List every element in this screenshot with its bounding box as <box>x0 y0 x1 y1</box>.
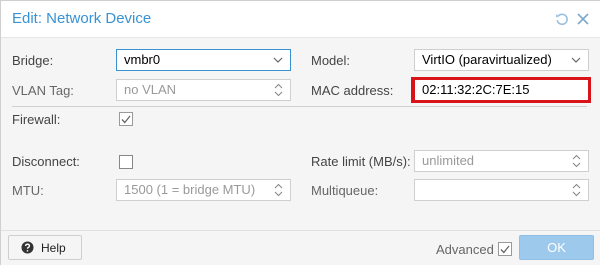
checkmark-icon <box>500 245 510 253</box>
ok-button[interactable]: OK <box>519 235 594 260</box>
chevron-down-icon[interactable] <box>266 50 290 70</box>
mtu-placeholder: 1500 (1 = bridge MTU) <box>124 182 256 197</box>
question-circle-icon <box>21 241 34 254</box>
help-label: Help <box>41 240 66 255</box>
rate-limit-spinner[interactable]: unlimited <box>414 150 589 172</box>
vlan-tag-placeholder: no VLAN <box>124 82 177 97</box>
spinner-icon[interactable] <box>564 180 588 200</box>
multiqueue-label: Multiqueue: <box>311 183 379 198</box>
bridge-select[interactable]: vmbr0 <box>116 49 291 71</box>
firewall-checkbox[interactable] <box>119 112 133 126</box>
section-divider <box>12 106 587 107</box>
spinner-icon[interactable] <box>266 180 290 200</box>
spinner-icon[interactable] <box>266 80 290 100</box>
model-select[interactable]: VirtIO (paravirtualized) <box>414 49 589 71</box>
bridge-value: vmbr0 <box>124 52 161 67</box>
mac-address-label: MAC address: <box>311 83 394 98</box>
rate-limit-label: Rate limit (MB/s): <box>311 154 411 169</box>
vlan-tag-spinner[interactable]: no VLAN <box>116 79 291 101</box>
multiqueue-spinner[interactable] <box>414 179 589 201</box>
advanced-label: Advanced <box>436 242 494 257</box>
bridge-label: Bridge: <box>12 53 54 68</box>
vlan-tag-label: VLAN Tag: <box>12 83 74 98</box>
model-label: Model: <box>311 53 351 68</box>
dialog-footer: Help Advanced OK <box>1 230 600 265</box>
firewall-label: Firewall: <box>12 112 61 127</box>
disconnect-label: Disconnect: <box>12 154 80 169</box>
dialog-titlebar: Edit: Network Device <box>1 1 600 37</box>
help-button[interactable]: Help <box>8 235 82 260</box>
mtu-spinner[interactable]: 1500 (1 = bridge MTU) <box>116 179 291 201</box>
checkmark-icon <box>121 115 131 123</box>
advanced-checkbox[interactable] <box>498 242 512 256</box>
network-device-dialog: Edit: Network Device Bridge: vmbr0 VLAN … <box>0 0 600 265</box>
dialog-title: Edit: Network Device <box>12 10 152 27</box>
disconnect-checkbox[interactable] <box>119 155 133 169</box>
mtu-label: MTU: <box>12 183 44 198</box>
model-value: VirtIO (paravirtualized) <box>422 52 552 67</box>
close-icon[interactable] <box>574 10 592 28</box>
spinner-icon[interactable] <box>564 151 588 171</box>
chevron-down-icon[interactable] <box>564 50 588 70</box>
rate-limit-placeholder: unlimited <box>422 153 475 168</box>
mac-address-highlight <box>411 77 591 103</box>
reset-icon[interactable] <box>553 10 571 28</box>
